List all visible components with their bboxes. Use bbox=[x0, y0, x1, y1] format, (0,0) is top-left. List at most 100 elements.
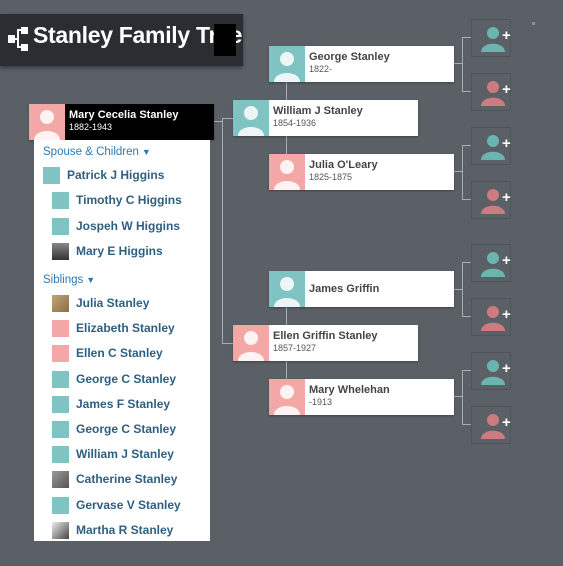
sibling-item[interactable]: William J Stanley bbox=[52, 446, 202, 464]
connector-line bbox=[462, 145, 463, 200]
child-item[interactable]: Jospeh W Higgins bbox=[52, 218, 202, 236]
connector-line bbox=[222, 118, 223, 344]
sibling-item[interactable]: Elizabeth Stanley bbox=[52, 320, 202, 338]
relative-name: Gervase V Stanley bbox=[76, 498, 181, 512]
person-dates: 1825-1875 bbox=[309, 172, 353, 182]
section-title: Siblings bbox=[43, 274, 84, 286]
child-item[interactable]: Timothy C Higgins bbox=[52, 192, 202, 210]
relative-name: William J Stanley bbox=[76, 447, 174, 461]
chevron-down-icon: ▼ bbox=[141, 147, 151, 157]
female-avatar-icon bbox=[233, 325, 269, 361]
person-dates: 1882-1943 bbox=[69, 122, 113, 132]
add-father-button[interactable]: + bbox=[471, 127, 511, 165]
connector-line bbox=[462, 370, 463, 425]
grandfather-maternal-card[interactable]: James Griffin bbox=[269, 271, 454, 307]
sibling-item[interactable]: Catherine Stanley bbox=[52, 471, 202, 489]
chevron-down-icon: ▼ bbox=[86, 275, 96, 285]
relative-name: Ellen C Stanley bbox=[76, 346, 163, 360]
add-mother-button[interactable]: + bbox=[471, 298, 511, 336]
plus-icon: + bbox=[502, 252, 511, 269]
male-avatar-icon bbox=[52, 371, 69, 388]
person-name: Julia O'Leary bbox=[309, 159, 378, 171]
person-photo bbox=[52, 522, 69, 539]
relative-name: Catherine Stanley bbox=[76, 472, 178, 486]
person-dates: 1822- bbox=[309, 64, 333, 74]
female-avatar-icon bbox=[269, 379, 305, 415]
person-name: William J Stanley bbox=[273, 105, 363, 117]
relative-name: Julia Stanley bbox=[76, 296, 150, 310]
add-father-button[interactable]: + bbox=[471, 352, 511, 390]
sibling-item[interactable]: Martha R Stanley bbox=[52, 522, 202, 540]
male-avatar-icon bbox=[52, 446, 69, 463]
relative-name: Mary E Higgins bbox=[76, 244, 163, 258]
female-avatar-icon bbox=[52, 320, 69, 337]
add-mother-button[interactable]: + bbox=[471, 406, 511, 444]
person-photo bbox=[52, 295, 69, 312]
sibling-item[interactable]: Ellen C Stanley bbox=[52, 345, 202, 363]
person-dates: 1857-1927 bbox=[273, 343, 317, 353]
father-card[interactable]: William J Stanley 1854-1936 bbox=[233, 100, 418, 136]
family-tree-icon bbox=[6, 25, 30, 58]
title-bar: Stanley Family Tree bbox=[0, 14, 243, 66]
sibling-item[interactable]: George C Stanley bbox=[52, 421, 202, 439]
relative-name: Elizabeth Stanley bbox=[76, 321, 175, 335]
plus-icon: + bbox=[502, 414, 511, 431]
female-avatar-icon bbox=[29, 104, 65, 140]
sibling-item[interactable]: James F Stanley bbox=[52, 396, 202, 414]
add-father-button[interactable]: + bbox=[471, 19, 511, 57]
child-item[interactable]: Mary E Higgins bbox=[52, 243, 202, 261]
root-person-card[interactable]: Mary Cecelia Stanley 1882-1943 bbox=[29, 104, 214, 140]
relative-name: George C Stanley bbox=[76, 422, 177, 436]
grandmother-paternal-card[interactable]: Julia O'Leary 1825-1875 bbox=[269, 154, 454, 190]
connector-line bbox=[462, 262, 463, 317]
relative-name: James F Stanley bbox=[76, 397, 171, 411]
corner-dot bbox=[532, 22, 535, 25]
male-avatar-icon bbox=[52, 497, 69, 514]
person-name: James Griffin bbox=[309, 283, 380, 295]
plus-icon: + bbox=[502, 81, 511, 98]
person-photo bbox=[52, 243, 69, 260]
sibling-item[interactable]: Gervase V Stanley bbox=[52, 497, 202, 515]
relative-name: Martha R Stanley bbox=[76, 523, 174, 537]
relative-name: George C Stanley bbox=[76, 372, 177, 386]
female-avatar-icon bbox=[52, 345, 69, 362]
male-avatar-icon bbox=[52, 421, 69, 438]
siblings-header[interactable]: Siblings ▼ bbox=[43, 274, 95, 286]
person-dates: 1854-1936 bbox=[273, 118, 317, 128]
person-name: Mary Cecelia Stanley bbox=[69, 109, 179, 121]
male-avatar-icon bbox=[43, 167, 60, 184]
plus-icon: + bbox=[502, 135, 511, 152]
plus-icon: + bbox=[502, 189, 511, 206]
male-avatar-icon bbox=[269, 46, 305, 82]
add-father-button[interactable]: + bbox=[471, 244, 511, 282]
person-dates: -1913 bbox=[309, 397, 333, 407]
redacted-box bbox=[214, 24, 236, 56]
person-photo bbox=[52, 471, 69, 488]
relatives-panel: Spouse & Children ▼ Patrick J Higgins Tim… bbox=[34, 140, 210, 541]
sibling-item[interactable]: Julia Stanley bbox=[52, 295, 202, 313]
male-avatar-icon bbox=[52, 218, 69, 235]
male-avatar-icon bbox=[52, 192, 69, 209]
add-mother-button[interactable]: + bbox=[471, 181, 511, 219]
male-avatar-icon bbox=[269, 271, 305, 307]
spouse-item[interactable]: Patrick J Higgins bbox=[43, 167, 203, 185]
page-title: Stanley Family Tree bbox=[33, 22, 243, 48]
person-name: George Stanley bbox=[309, 51, 390, 63]
section-title: Spouse & Children bbox=[43, 146, 139, 158]
grandfather-paternal-card[interactable]: George Stanley 1822- bbox=[269, 46, 454, 82]
person-name: Mary Whelehan bbox=[309, 384, 390, 396]
relative-name: Patrick J Higgins bbox=[67, 168, 165, 182]
connector-line bbox=[462, 37, 463, 92]
male-avatar-icon bbox=[52, 396, 69, 413]
plus-icon: + bbox=[502, 360, 511, 377]
person-name: Ellen Griffin Stanley bbox=[273, 330, 378, 342]
sibling-item[interactable]: George C Stanley bbox=[52, 371, 202, 389]
plus-icon: + bbox=[502, 27, 511, 44]
male-avatar-icon bbox=[233, 100, 269, 136]
grandmother-maternal-card[interactable]: Mary Whelehan -1913 bbox=[269, 379, 454, 415]
relative-name: Jospeh W Higgins bbox=[76, 219, 181, 233]
spouse-children-header[interactable]: Spouse & Children ▼ bbox=[43, 146, 151, 158]
add-mother-button[interactable]: + bbox=[471, 73, 511, 111]
plus-icon: + bbox=[502, 306, 511, 323]
mother-card[interactable]: Ellen Griffin Stanley 1857-1927 bbox=[233, 325, 418, 361]
